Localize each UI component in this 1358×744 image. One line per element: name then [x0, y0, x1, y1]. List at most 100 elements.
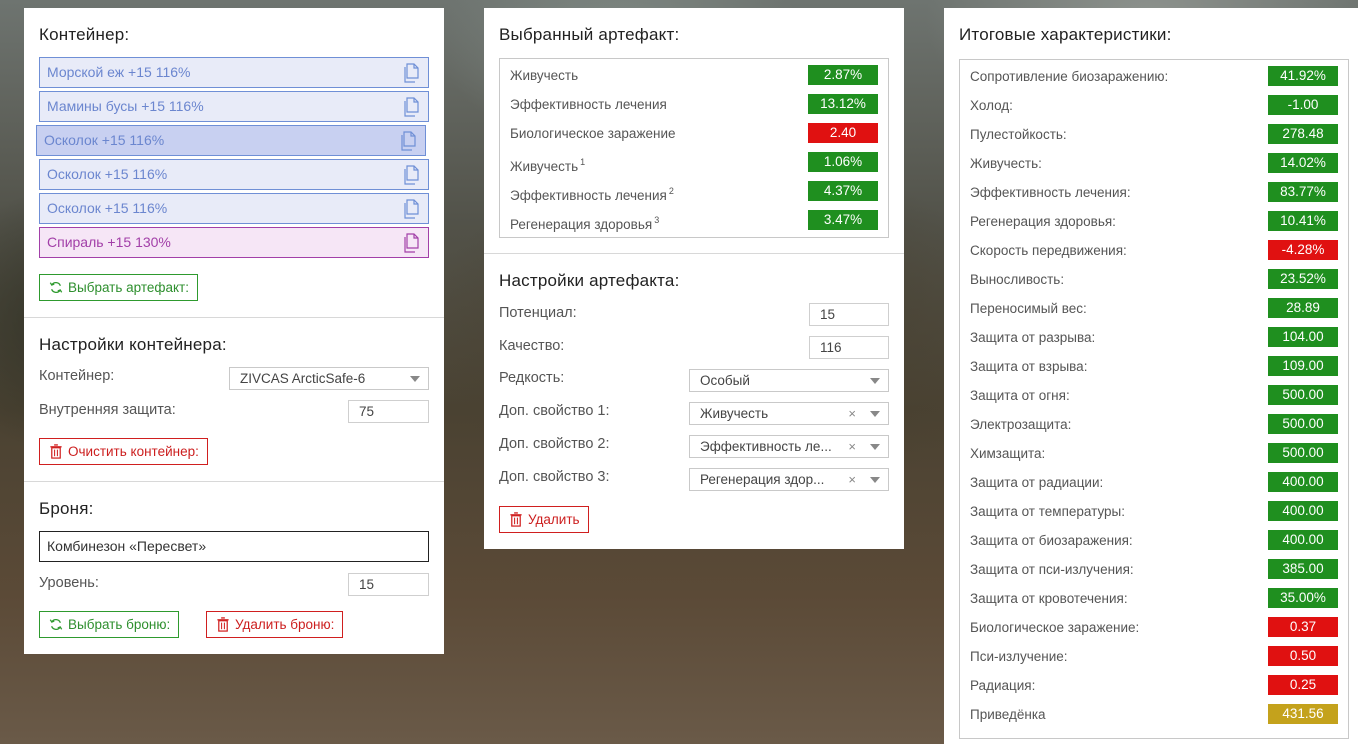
stat-name-text: Пулестойкость: — [970, 127, 1067, 142]
total-stat-row: Скорость передвижения: -4.28% — [970, 236, 1338, 265]
stat-name-text: Живучесть: — [970, 156, 1042, 171]
container-item[interactable]: Осколок +15 116% — [39, 159, 429, 190]
stat-value-badge: 109.00 — [1268, 356, 1338, 376]
prop3-select[interactable]: Регенерация здор... × — [689, 468, 889, 491]
rarity-select-value: Особый — [700, 373, 750, 388]
divider — [24, 317, 444, 318]
stat-name: Электрозащита: — [970, 410, 1071, 439]
copy-icon[interactable] — [403, 165, 420, 185]
chevron-down-icon — [870, 477, 880, 483]
delete-armor-button[interactable]: Удалить броню: — [206, 611, 344, 638]
delete-artifact-button[interactable]: Удалить — [499, 506, 589, 533]
container-select[interactable]: ZIVCAS ArcticSafe-6 — [229, 367, 429, 390]
totals-title: Итоговые характеристики: — [959, 25, 1172, 44]
clear-icon[interactable]: × — [848, 403, 856, 424]
clear-container-button[interactable]: Очистить контейнер: — [39, 438, 208, 465]
stat-value-badge: 431.56 — [1268, 704, 1338, 724]
stat-name: Биологическое заражение — [510, 119, 676, 148]
armor-level-input[interactable]: 15 — [348, 573, 429, 596]
stat-name: Переносимый вес: — [970, 294, 1087, 323]
stat-name-text: Эффективность лечения — [510, 188, 667, 203]
total-stat-row: Химзащита: 500.00 — [970, 439, 1338, 468]
select-artifact-button[interactable]: Выбрать артефакт: — [39, 274, 198, 301]
stat-name: Регенерация здоровья 3 — [510, 206, 659, 239]
stat-value-badge: 500.00 — [1268, 385, 1338, 405]
stat-name: Пси-излучение: — [970, 642, 1068, 671]
refresh-icon — [49, 282, 63, 293]
rarity-label: Редкость: — [499, 370, 565, 386]
stat-name-text: Живучесть — [510, 159, 579, 174]
armor-level-label: Уровень: — [39, 575, 99, 591]
divider — [484, 253, 904, 254]
container-item[interactable]: Спираль +15 130% — [39, 227, 429, 258]
stat-value-badge: 2.40 — [808, 123, 878, 143]
inner-protection-input[interactable]: 75 — [348, 400, 429, 423]
copy-icon[interactable] — [403, 63, 420, 83]
artifact-stat-row: Биологическое заражение 2.40 — [510, 119, 878, 148]
quality-input[interactable]: 116 — [809, 336, 889, 359]
prop1-label: Доп. свойство 1: — [499, 403, 610, 419]
copy-icon[interactable] — [403, 97, 420, 117]
stat-name-text: Защита от кровотечения: — [970, 591, 1128, 606]
stat-name-text: Пси-излучение: — [970, 649, 1068, 664]
potential-label: Потенциал: — [499, 305, 577, 321]
total-stat-row: Электрозащита: 500.00 — [970, 410, 1338, 439]
total-stat-row: Защита от пси-излучения: 385.00 — [970, 555, 1338, 584]
prop1-select[interactable]: Живучесть × — [689, 402, 889, 425]
stat-name: Защита от разрыва: — [970, 323, 1095, 352]
clear-icon[interactable]: × — [848, 469, 856, 490]
container-item-label: Осколок +15 116% — [47, 200, 168, 216]
stat-name-text: Защита от пси-излучения: — [970, 562, 1134, 577]
artifact-stat-row: Регенерация здоровья 3 3.47% — [510, 206, 878, 235]
stat-name-text: Скорость передвижения: — [970, 243, 1127, 258]
prop2-select[interactable]: Эффективность ле... × — [689, 435, 889, 458]
copy-icon[interactable] — [403, 233, 420, 253]
container-item-label: Мамины бусы +15 116% — [47, 98, 204, 114]
copy-icon[interactable] — [400, 131, 417, 151]
container-item[interactable]: Осколок +15 116% — [36, 125, 426, 156]
total-stat-row: Переносимый вес: 28.89 — [970, 294, 1338, 323]
stat-value-badge: -1.00 — [1268, 95, 1338, 115]
prop3-select-value: Регенерация здор... — [700, 472, 825, 487]
total-stat-row: Защита от кровотечения: 35.00% — [970, 584, 1338, 613]
stat-value-badge: 500.00 — [1268, 443, 1338, 463]
stat-value-badge: 83.77% — [1268, 182, 1338, 202]
total-stat-row: Эффективность лечения: 83.77% — [970, 178, 1338, 207]
copy-icon[interactable] — [403, 199, 420, 219]
total-stat-row: Регенерация здоровья: 10.41% — [970, 207, 1338, 236]
rarity-select[interactable]: Особый — [689, 369, 889, 392]
potential-input[interactable]: 15 — [809, 303, 889, 326]
total-stat-row: Приведёнка 431.56 — [970, 700, 1338, 729]
stat-name: Скорость передвижения: — [970, 236, 1127, 265]
stat-name-text: Электрозащита: — [970, 417, 1072, 432]
armor-field[interactable]: Комбинезон «Пересвет» — [39, 531, 429, 562]
stat-name: Холод: — [970, 91, 1013, 120]
stat-name-text: Эффективность лечения — [510, 97, 667, 112]
stat-name: Сопротивление биозаражению: — [970, 62, 1168, 91]
stat-value-badge: -4.28% — [1268, 240, 1338, 260]
stat-name-text: Приведёнка — [970, 707, 1046, 722]
select-armor-button[interactable]: Выбрать броню: — [39, 611, 180, 638]
stat-value-badge: 2.87% — [808, 65, 878, 85]
stat-value-badge: 23.52% — [1268, 269, 1338, 289]
stat-value-badge: 400.00 — [1268, 472, 1338, 492]
prop3-label: Доп. свойство 3: — [499, 469, 610, 485]
container-item-label: Осколок +15 116% — [44, 132, 165, 148]
inner-protection-label: Внутренняя защита: — [39, 402, 176, 418]
stat-name-text: Холод: — [970, 98, 1013, 113]
container-item[interactable]: Морской еж +15 116% — [39, 57, 429, 88]
container-item[interactable]: Мамины бусы +15 116% — [39, 91, 429, 122]
clear-icon[interactable]: × — [848, 436, 856, 457]
stat-value-badge: 14.02% — [1268, 153, 1338, 173]
stat-name-text: Защита от радиации: — [970, 475, 1104, 490]
stat-name-text: Защита от разрыва: — [970, 330, 1096, 345]
stat-name-text: Радиация: — [970, 678, 1036, 693]
stat-name: Защита от биозаражения: — [970, 526, 1133, 555]
stat-value-badge: 35.00% — [1268, 588, 1338, 608]
stat-value-badge: 385.00 — [1268, 559, 1338, 579]
stat-name-text: Защита от биозаражения: — [970, 533, 1133, 548]
stat-name: Выносливость: — [970, 265, 1064, 294]
container-item[interactable]: Осколок +15 116% — [39, 193, 429, 224]
container-item-label: Осколок +15 116% — [47, 166, 168, 182]
total-stat-row: Защита от взрыва: 109.00 — [970, 352, 1338, 381]
